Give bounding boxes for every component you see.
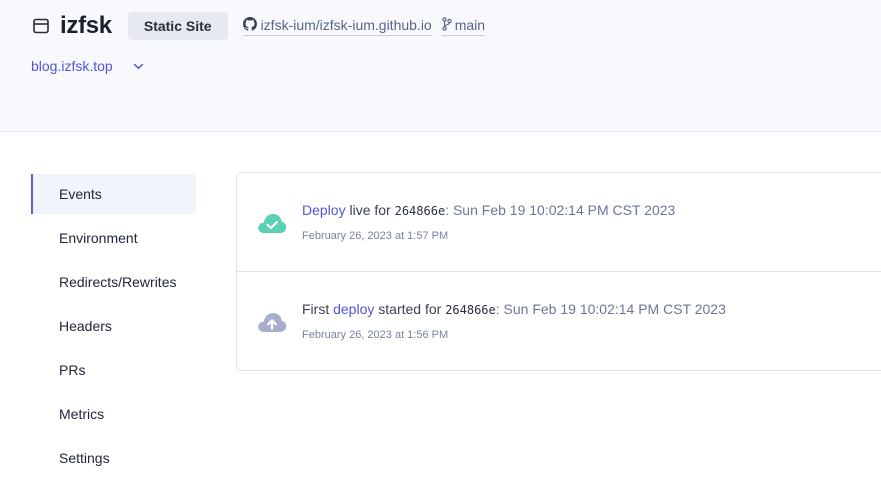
event-message: First deploy started for 264866e: Sun Fe… [302,301,726,317]
nav-item-headers[interactable]: Headers [31,306,196,346]
commit-hash[interactable]: 264866e [445,303,496,317]
nav-item-label: Redirects/Rewrites [59,274,177,290]
deploy-link[interactable]: deploy [333,301,374,317]
commit-message: : Sun Feb 19 10:02:14 PM CST 2023 [445,202,676,218]
nav-item-metrics[interactable]: Metrics [31,394,196,434]
git-branch-icon [442,16,455,34]
cloud-upload-icon [257,311,287,333]
nav-item-label: Environment [59,230,138,246]
deploy-link[interactable]: Deploy [302,202,346,218]
nav-item-label: Headers [59,318,112,334]
nav-item-settings[interactable]: Settings [31,438,196,478]
repo-name: izfsk-ium/izfsk-ium.github.io [260,17,432,33]
cloud-check-icon [257,212,287,234]
event-message: Deploy live for 264866e: Sun Feb 19 10:0… [302,202,675,218]
branch-name: main [454,17,486,33]
custom-domain-link[interactable]: blog.izfsk.top [31,58,113,74]
nav-item-label: Settings [59,450,110,466]
service-nav: Events Environment Redirects/Rewrites He… [31,174,196,482]
nav-item-label: Metrics [59,406,105,422]
github-icon [242,16,261,34]
nav-item-label: Events [59,186,102,202]
nav-item-redirects-rewrites[interactable]: Redirects/Rewrites [31,262,196,302]
nav-item-label: PRs [59,362,86,378]
domain-row: blog.izfsk.top [31,57,144,75]
event-timestamp: February 26, 2023 at 1:56 PM [302,329,449,341]
nav-item-events[interactable]: Events [31,174,196,214]
commit-message: : Sun Feb 19 10:02:14 PM CST 2023 [495,301,726,317]
repo-link[interactable]: izfsk-ium/izfsk-ium.github.io [242,16,432,36]
commit-hash[interactable]: 264866e [395,204,446,218]
event-item: Deploy live for 264866e: Sun Feb 19 10:0… [237,173,881,272]
chevron-down-icon[interactable] [133,63,144,70]
event-prefix: First [302,301,334,317]
events-list: Deploy live for 264866e: Sun Feb 19 10:0… [236,172,881,371]
service-header: izfsk Static Site izfsk-ium/izfsk-ium.gi… [0,0,881,132]
service-name: izfsk [60,12,112,39]
nav-item-prs[interactable]: PRs [31,350,196,390]
branch-link[interactable]: main [441,16,486,36]
event-item: First deploy started for 264866e: Sun Fe… [237,272,881,371]
event-timestamp: February 26, 2023 at 1:57 PM [302,230,449,242]
service-type-badge: Static Site [127,12,228,40]
event-text: live for [345,202,395,218]
nav-item-environment[interactable]: Environment [31,218,196,258]
event-text: started for [374,301,446,317]
static-site-icon [33,17,51,35]
title-row: izfsk Static Site izfsk-ium/izfsk-ium.gi… [33,11,486,41]
